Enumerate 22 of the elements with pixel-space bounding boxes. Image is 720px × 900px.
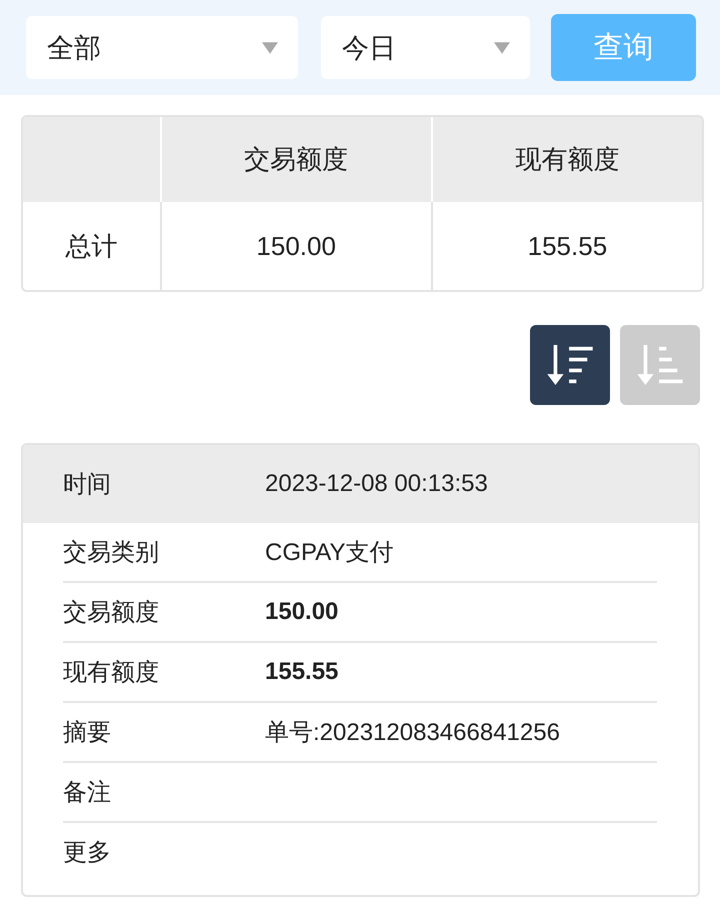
field-label: 摘要 — [63, 719, 111, 746]
field-label: 备注 — [63, 779, 111, 806]
field-label: 现有额度 — [63, 659, 159, 686]
caret-icon — [494, 42, 510, 54]
field-value: 2023-12-08 00:13:53 — [265, 470, 488, 498]
field-value: 150.00 — [265, 598, 338, 626]
sort-button[interactable] — [530, 325, 610, 405]
sort-descending-icon — [547, 345, 593, 385]
field-label: 交易类别 — [63, 539, 159, 566]
caret-icon — [262, 42, 278, 54]
field-value: CGPAY支付 — [265, 538, 394, 568]
field-label: 交易额度 — [63, 599, 159, 626]
category-dropdown[interactable]: 全部 — [26, 16, 298, 79]
table-cell: 155.55 — [430, 202, 702, 290]
field-value: 单号:202312083466841256 — [265, 718, 560, 748]
field-value: 155.55 — [265, 658, 338, 686]
period-dropdown[interactable]: 今日 — [321, 16, 530, 79]
sort-ascending-icon — [637, 345, 683, 385]
table-cell-text: 总计 — [64, 230, 118, 262]
table-cell: 150.00 — [160, 202, 431, 290]
field-label: 时间 — [63, 471, 111, 498]
field-label: 更多 — [63, 839, 111, 866]
